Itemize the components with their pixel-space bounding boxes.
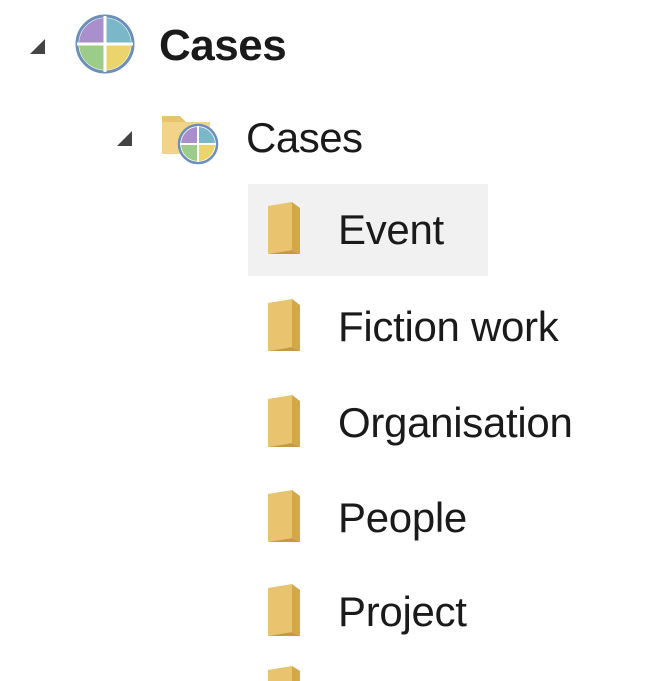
case-classification-icon bbox=[73, 12, 137, 81]
tree-view: Cases Cases Event Fiction work Organisat… bbox=[0, 0, 664, 681]
tree-item-label: People bbox=[338, 494, 467, 541]
folder-icon bbox=[266, 297, 306, 358]
expand-arrow-icon[interactable] bbox=[117, 130, 132, 146]
folder-icon bbox=[266, 666, 306, 681]
tree-node-cases-folder[interactable]: Cases bbox=[117, 92, 363, 184]
expand-arrow-icon[interactable] bbox=[30, 38, 45, 54]
tree-item-organisation[interactable]: Organisation bbox=[248, 377, 573, 469]
tree-item-partial[interactable] bbox=[248, 666, 488, 681]
tree-item-project[interactable]: Project bbox=[248, 566, 488, 658]
tree-item-label: Project bbox=[338, 588, 467, 635]
tree-node-label: Cases bbox=[159, 21, 287, 70]
tree-node-label: Cases bbox=[246, 114, 363, 161]
tree-item-people[interactable]: People bbox=[248, 472, 488, 564]
tree-node-cases-root[interactable]: Cases bbox=[30, 0, 287, 92]
case-folder-icon bbox=[158, 104, 230, 173]
folder-icon bbox=[266, 582, 306, 643]
tree-item-label: Organisation bbox=[338, 399, 573, 446]
folder-icon bbox=[266, 488, 306, 549]
folder-icon bbox=[266, 393, 306, 454]
tree-item-event[interactable]: Event bbox=[248, 184, 488, 276]
folder-icon bbox=[266, 200, 306, 261]
tree-item-label: Event bbox=[338, 206, 444, 253]
tree-item-label: Fiction work bbox=[338, 303, 559, 350]
tree-item-fiction-work[interactable]: Fiction work bbox=[248, 281, 559, 373]
